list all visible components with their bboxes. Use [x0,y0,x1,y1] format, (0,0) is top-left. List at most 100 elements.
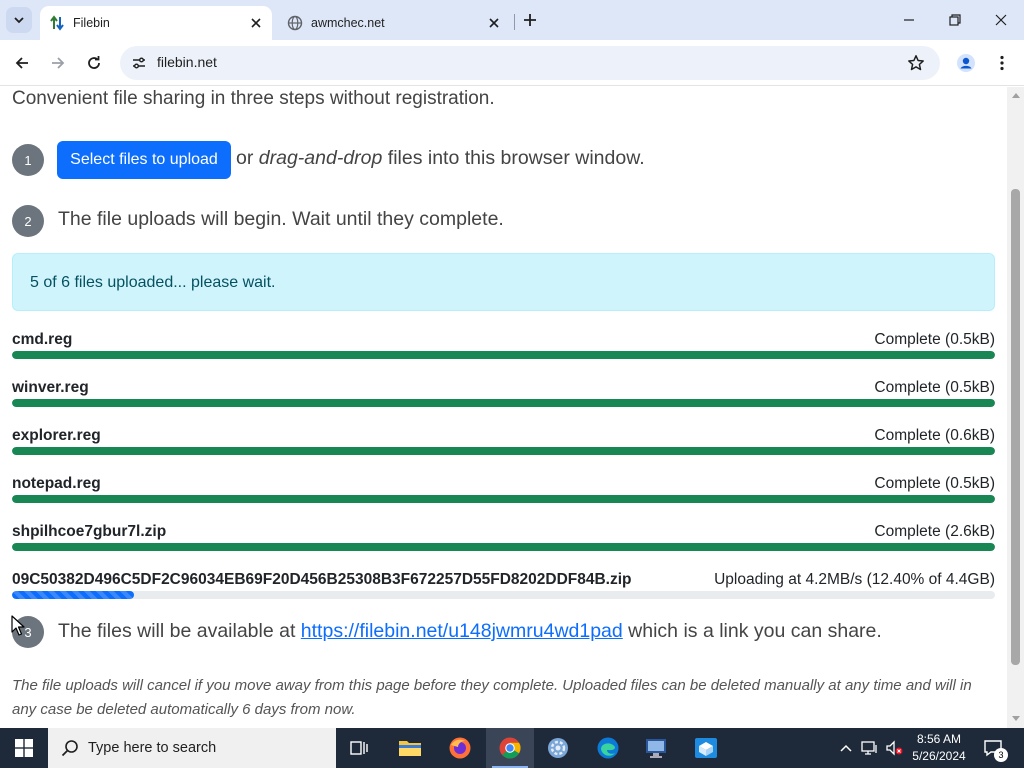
file-status: Complete (0.5kB) [874,475,995,492]
folder-icon [399,741,421,756]
step-3-text: The files will be available at https://f… [58,620,882,643]
file-progress [12,351,995,359]
minimize-icon [904,19,914,21]
filebin-arrows-icon [49,15,65,31]
file-status: Complete (0.6kB) [874,427,995,444]
file-row: cmd.reg Complete (0.5kB) [12,331,995,379]
select-files-button[interactable]: Select files to upload [57,141,231,179]
address-url[interactable]: filebin.net [157,54,217,70]
step-1-badge: 1 [12,144,44,176]
back-arrow-icon [15,57,28,69]
taskbar-edge[interactable] [584,728,632,768]
step-3-before: The files will be available at [58,620,296,642]
minimize-button[interactable] [886,0,932,40]
step-2-badge: 2 [12,205,44,237]
chevron-down-icon [14,17,24,24]
volume-muted-icon[interactable] [884,738,904,758]
task-view-button[interactable] [336,728,384,768]
notification-center-button[interactable]: 3 [980,736,1008,762]
page-scrollbar[interactable] [1007,87,1024,728]
file-progress-bar [12,591,134,599]
browser-menu-button[interactable] [988,49,1016,77]
tab-title: Filebin [73,16,110,30]
file-name: explorer.reg [12,427,101,444]
file-row: shpilhcoe7gbur7l.zip Complete (2.6kB) [12,523,995,571]
scroll-down-icon[interactable] [1011,715,1020,723]
tab-search-button[interactable] [6,7,32,33]
taskbar-app-1[interactable] [632,728,680,768]
taskbar-clock[interactable]: 8:56 AM 5/26/2024 [904,731,974,765]
taskbar-search-placeholder: Type here to search [88,740,217,756]
back-button[interactable] [8,49,36,77]
file-status: Uploading at 4.2MB/s (12.40% of 4.4GB) [714,571,995,588]
taskbar-app-2[interactable] [682,728,730,768]
share-link[interactable]: https://filebin.net/u148jwmru4wd1pad [301,620,623,642]
step-2-text: The file uploads will begin. Wait until … [58,208,504,230]
more-vertical-icon [1000,55,1004,71]
profile-avatar-icon [957,54,975,72]
reload-icon [88,56,100,69]
file-row: winver.reg Complete (0.5kB) [12,379,995,427]
file-progress [12,591,995,599]
tab-separator [514,14,515,30]
bookmark-star-icon[interactable] [904,51,928,75]
file-name: notepad.reg [12,475,101,492]
file-progress [12,495,995,503]
taskbar-chrome[interactable] [486,728,534,768]
taskbar-search-box[interactable]: Type here to search [48,728,336,768]
file-row: explorer.reg Complete (0.6kB) [12,427,995,475]
file-name: winver.reg [12,379,89,396]
tray-overflow-chevron-icon[interactable] [836,738,856,758]
globe-icon [287,15,303,31]
step-3-after: which is a link you can share. [628,620,882,642]
package-app-icon [695,738,717,758]
file-name: shpilhcoe7gbur7l.zip [12,523,167,540]
reload-button[interactable] [80,49,108,77]
address-bar[interactable]: filebin.net [120,46,940,80]
new-tab-button[interactable] [520,10,540,30]
taskbar-file-explorer[interactable] [386,728,434,768]
close-tab-icon[interactable] [484,13,504,33]
taskbar-firefox[interactable] [436,728,484,768]
clock-date: 5/26/2024 [912,749,966,763]
profile-button[interactable] [952,49,980,77]
file-progress-bar [12,351,995,359]
footer-note: The file uploads will cancel if you move… [12,677,972,718]
scroll-up-icon[interactable] [1011,91,1020,99]
taskbar-control-panel[interactable] [534,728,582,768]
forward-button[interactable] [44,49,72,77]
windows-logo-icon [15,739,33,757]
file-progress [12,399,995,407]
page-viewport: Convenient file sharing in three steps w… [0,87,1007,728]
network-icon[interactable] [860,738,880,758]
close-tab-icon[interactable] [246,13,266,33]
step-1-dnd: drag-and-drop [258,147,383,169]
plus-icon [524,14,536,26]
forward-arrow-icon [52,57,65,69]
site-settings-icon[interactable] [127,51,151,75]
chrome-icon [499,737,521,759]
restore-icon [949,14,961,26]
file-name: cmd.reg [12,331,73,348]
task-view-icon [350,741,368,755]
page-subtitle: Convenient file sharing in three steps w… [12,88,495,109]
clock-time: 8:56 AM [916,732,962,746]
close-icon [995,14,1007,26]
restore-button[interactable] [932,0,978,40]
file-progress [12,447,995,455]
scrollbar-thumb[interactable] [1011,189,1020,665]
tab-filebin[interactable]: Filebin [40,6,272,40]
file-status: Complete (0.5kB) [874,331,995,348]
tab-awmchec[interactable]: awmchec.net [278,6,510,40]
notification-count: 3 [994,748,1008,762]
tab-strip: Filebin awmchec.net [0,0,1024,40]
start-button[interactable] [0,728,48,768]
edge-icon [597,737,619,759]
close-window-button[interactable] [978,0,1024,40]
step-1-or: or [236,147,254,169]
file-progress-bar [12,399,995,407]
browser-toolbar: filebin.net [0,40,1024,86]
file-progress [12,543,995,551]
file-progress-bar [12,495,995,503]
step-1-text: or drag-and-drop files into this browser… [236,147,645,170]
